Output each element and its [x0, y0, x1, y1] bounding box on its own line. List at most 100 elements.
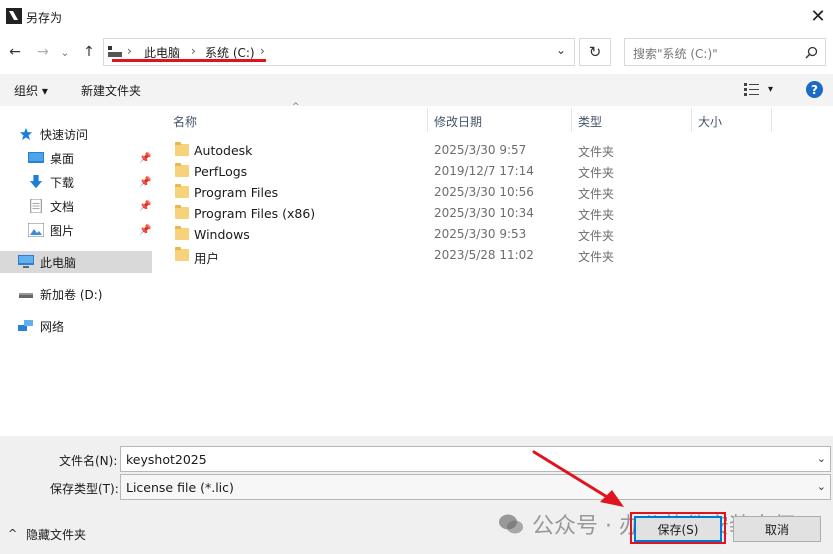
cancel-button[interactable]: 取消 [733, 516, 821, 542]
sort-up-icon: ^ [292, 102, 300, 112]
computer-icon [18, 255, 34, 268]
network-icon [18, 320, 33, 331]
file-date: 2025/3/30 10:56 [434, 185, 534, 199]
filename-label: 文件名(N): [59, 454, 118, 468]
chevron-down-icon[interactable]: ⌄ [817, 480, 826, 493]
filetype-select[interactable]: License file (*.lic) ⌄ [120, 474, 831, 500]
file-name: Windows [194, 227, 250, 242]
chevron-up-icon[interactable]: ^ [8, 527, 17, 540]
file-name: Program Files (x86) [194, 206, 316, 221]
annotation-arrow [532, 450, 624, 507]
pin-icon: 📌 [139, 201, 152, 212]
search-input[interactable]: 搜索"系统 (C:)" [624, 38, 826, 66]
file-type: 文件夹 [578, 145, 615, 159]
up-button[interactable]: ↑ [79, 42, 99, 62]
search-placeholder: 搜索"系统 (C:)" [633, 47, 718, 61]
forward-button[interactable]: → [33, 42, 53, 62]
recent-locations-button[interactable]: ⌄ [58, 42, 72, 62]
column-header-date[interactable]: 修改日期 [434, 113, 482, 130]
sidebar-item-label: 快速访问 [40, 127, 89, 142]
file-type: 文件夹 [578, 208, 615, 222]
back-button[interactable]: ← [5, 42, 25, 62]
sidebar-item-label: 此电脑 [40, 255, 77, 270]
folder-icon [175, 247, 189, 261]
file-type: 文件夹 [578, 250, 615, 264]
file-row[interactable]: PerfLogs 2019/12/7 17:14 文件夹 [172, 162, 772, 182]
refresh-button[interactable]: ↻ [579, 38, 611, 66]
chevron-down-icon[interactable]: ⌄ [817, 452, 826, 465]
sidebar-item-pictures[interactable]: 图片 [28, 220, 74, 240]
file-name: PerfLogs [194, 164, 248, 179]
column-header-name[interactable]: 名称 [173, 113, 197, 130]
filetype-value: License file (*.lic) [126, 480, 234, 495]
star-icon [19, 127, 33, 141]
sidebar-item-desktop[interactable]: 桌面 [28, 148, 74, 168]
view-dropdown-icon[interactable]: ▾ [768, 84, 773, 95]
file-date: 2023/5/28 11:02 [434, 248, 534, 262]
close-button[interactable]: ✕ [805, 4, 831, 28]
file-type: 文件夹 [578, 229, 615, 243]
title-bar [0, 0, 833, 33]
folder-icon [175, 142, 189, 156]
file-type: 文件夹 [578, 166, 615, 180]
computer-icon [108, 46, 122, 57]
file-date: 2019/12/7 17:14 [434, 164, 534, 178]
filetype-label: 保存类型(T): [50, 482, 119, 496]
sidebar-item-quick-access[interactable]: 快速访问 [18, 124, 88, 144]
pin-icon: 📌 [139, 225, 152, 236]
sidebar-item-drive-d[interactable]: 新加卷 (D:) [18, 284, 102, 304]
annotation-underline [112, 59, 266, 62]
sidebar-item-this-pc[interactable]: 此电脑 [18, 252, 76, 272]
file-name: Program Files [194, 185, 279, 200]
new-folder-button[interactable]: 新建文件夹 [81, 82, 141, 99]
hide-folders-toggle[interactable]: 隐藏文件夹 [26, 526, 86, 543]
breadcrumb-separator: › [127, 44, 132, 58]
folder-icon [175, 205, 189, 219]
file-row[interactable]: Program Files 2025/3/30 10:56 文件夹 [172, 183, 772, 203]
sidebar-item-documents[interactable]: 文档 [28, 196, 74, 216]
column-divider[interactable] [571, 108, 572, 132]
column-header-type[interactable]: 类型 [578, 113, 602, 130]
filename-value: keyshot2025 [126, 452, 207, 467]
sidebar-item-label: 新加卷 (D:) [40, 287, 103, 302]
folder-icon [175, 163, 189, 177]
file-row[interactable]: Windows 2025/3/30 9:53 文件夹 [172, 225, 772, 245]
file-type: 文件夹 [578, 187, 615, 201]
sidebar-item-label: 文档 [50, 199, 75, 214]
annotation-box [630, 512, 726, 544]
column-divider[interactable] [771, 108, 772, 132]
address-dropdown-icon[interactable]: ⌄ [556, 43, 566, 57]
breadcrumb-separator: › [260, 44, 265, 58]
column-header-size[interactable]: 大小 [698, 113, 722, 130]
column-divider[interactable] [691, 108, 692, 132]
app-icon [6, 8, 22, 24]
pin-icon: 📌 [139, 153, 152, 164]
sidebar-item-label: 网络 [40, 319, 65, 334]
filename-input[interactable]: keyshot2025 ⌄ [120, 446, 831, 472]
file-name: 用户 [194, 251, 220, 266]
sidebar-item-network[interactable]: 网络 [18, 316, 64, 336]
file-row[interactable]: Autodesk 2025/3/30 9:57 文件夹 [172, 141, 772, 161]
folder-icon [175, 184, 189, 198]
search-icon [805, 46, 818, 59]
breadcrumb-separator: › [191, 44, 196, 58]
file-date: 2025/3/30 9:57 [434, 143, 527, 157]
desktop-icon [28, 152, 44, 163]
sidebar-item-label: 桌面 [50, 151, 75, 166]
sidebar-item-label: 下载 [50, 175, 75, 190]
organize-menu[interactable]: 组织 ▾ [14, 82, 48, 99]
file-date: 2025/3/30 10:34 [434, 206, 534, 220]
sidebar-item-downloads[interactable]: 下载 [28, 172, 74, 192]
help-icon[interactable]: ? [806, 81, 823, 98]
file-date: 2025/3/30 9:53 [434, 227, 527, 241]
download-icon [29, 175, 43, 189]
file-row[interactable]: Program Files (x86) 2025/3/30 10:34 文件夹 [172, 204, 772, 224]
sidebar-item-label: 图片 [50, 223, 75, 238]
document-icon [30, 199, 42, 213]
file-name: Autodesk [194, 143, 253, 158]
file-row[interactable]: 用户 2023/5/28 11:02 文件夹 [172, 246, 772, 266]
view-options-icon[interactable] [744, 83, 762, 96]
pin-icon: 📌 [139, 177, 152, 188]
wechat-icon [499, 514, 523, 534]
column-divider[interactable] [427, 108, 428, 132]
